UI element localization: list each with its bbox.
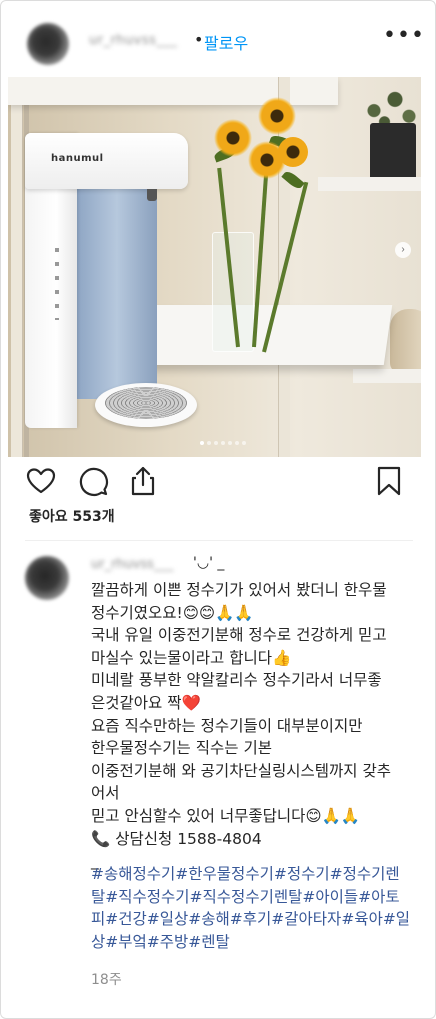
hashtag-line[interactable]: 탈#직수정수기#직수정수기렌탈#아이들#아토 xyxy=(91,886,413,909)
comment-username[interactable]: ur_rhuvss___ xyxy=(91,557,173,572)
more-icon[interactable]: ••• xyxy=(383,25,424,51)
carousel-dot xyxy=(228,441,232,445)
carousel-dot xyxy=(214,441,218,445)
time-ago[interactable]: 18주 xyxy=(91,969,122,989)
caption-line: 정수기였오요!😊😊🙏🙏 xyxy=(91,603,254,622)
action-bar xyxy=(1,457,435,507)
caption-line: 믿고 안심할수 있어 너무좋답니다😊🙏🙏 xyxy=(91,806,361,825)
caption-line: 미네랄 풍부한 약알칼리수 정수기라서 너무좋 xyxy=(91,671,382,690)
purifier-head: hanumul xyxy=(25,133,188,189)
purifier-nozzle xyxy=(147,189,157,201)
caption-line: 요즘 직수만하는 정수기들이 대부분이지만 xyxy=(91,716,363,735)
caption-line: 어서 xyxy=(91,784,120,803)
photo-shelf-right-bottom xyxy=(353,369,421,383)
caption-line: 한우물정수기는 직수는 기본 xyxy=(91,739,272,758)
hashtag-line[interactable]: #송해정수기#한우물정수기#정수기#정수기렌 xyxy=(91,863,413,886)
purifier-window xyxy=(77,189,157,399)
caption-line: 국내 유일 이중전기분해 정수로 건강하게 믿고 xyxy=(91,626,387,645)
post-header: ur_rhuvss___ • 팔로우 ••• xyxy=(1,1,435,77)
username[interactable]: ur_rhuvss___ xyxy=(89,33,177,48)
post-photo[interactable]: hanumul › xyxy=(8,77,421,457)
carousel-dot xyxy=(200,441,204,445)
caption-line: 은것같아요 짝❤️ xyxy=(91,693,201,712)
photo-water-purifier: hanumul xyxy=(25,133,197,428)
photo-rail-left xyxy=(11,77,23,457)
purifier-grate xyxy=(105,387,187,419)
carousel-dot xyxy=(242,441,246,445)
photo-shelf-right xyxy=(318,177,421,191)
hashtags: #송해정수기#한우물정수기#정수기#정수기렌 탈#직수정수기#직수정수기렌탈#아이… xyxy=(91,863,413,953)
carousel-dot xyxy=(221,441,225,445)
carousel-dot xyxy=(207,441,211,445)
likes-count[interactable]: 좋아요 553개 xyxy=(29,506,115,526)
photo-ceramic-vase xyxy=(390,309,421,373)
hashtag-line[interactable]: 상#부엌#주방#렌탈 xyxy=(91,931,413,954)
follow-button[interactable]: 팔로우 xyxy=(204,30,248,54)
purifier-control-panel xyxy=(55,248,59,320)
carousel-dot xyxy=(235,441,239,445)
bookmark-icon[interactable] xyxy=(373,465,405,497)
caption-line: 마실수 있는물이라고 합니다👍 xyxy=(91,648,292,667)
share-icon[interactable] xyxy=(127,465,159,497)
purifier-logo: hanumul xyxy=(51,153,104,164)
carousel-dots xyxy=(200,441,246,445)
caption-text: 깔끔하게 이쁜 정수기가 있어서 봤더니 한우물정수기였오요!😊😊🙏🙏 국내 유일… xyxy=(91,579,409,873)
separator-dot: • xyxy=(194,30,204,49)
heart-icon[interactable] xyxy=(25,465,57,497)
caption-line: 📞 상담신청 1588-4804 xyxy=(91,829,262,848)
hashtag-line[interactable]: 피#건강#일상#송해#후기#갈아타자#육아#일 xyxy=(91,908,413,931)
divider xyxy=(25,540,413,541)
caption-line: 깔끔하게 이쁜 정수기가 있어서 봤더니 한우물 xyxy=(91,581,387,599)
comment-icon[interactable] xyxy=(77,465,109,497)
caption-line: 이중전기분해 와 공기차단실링시스템까지 갖추 xyxy=(91,761,391,780)
post-card: ur_rhuvss___ • 팔로우 ••• hanumul › 좋아요 553… xyxy=(0,0,436,1019)
comment-face: '◡' _ xyxy=(193,555,225,571)
comment-avatar[interactable] xyxy=(25,556,69,600)
carousel-next-icon[interactable]: › xyxy=(395,242,411,258)
photo-plant-pot xyxy=(370,123,416,183)
avatar[interactable] xyxy=(27,23,69,65)
photo-sunflowers xyxy=(200,97,320,357)
